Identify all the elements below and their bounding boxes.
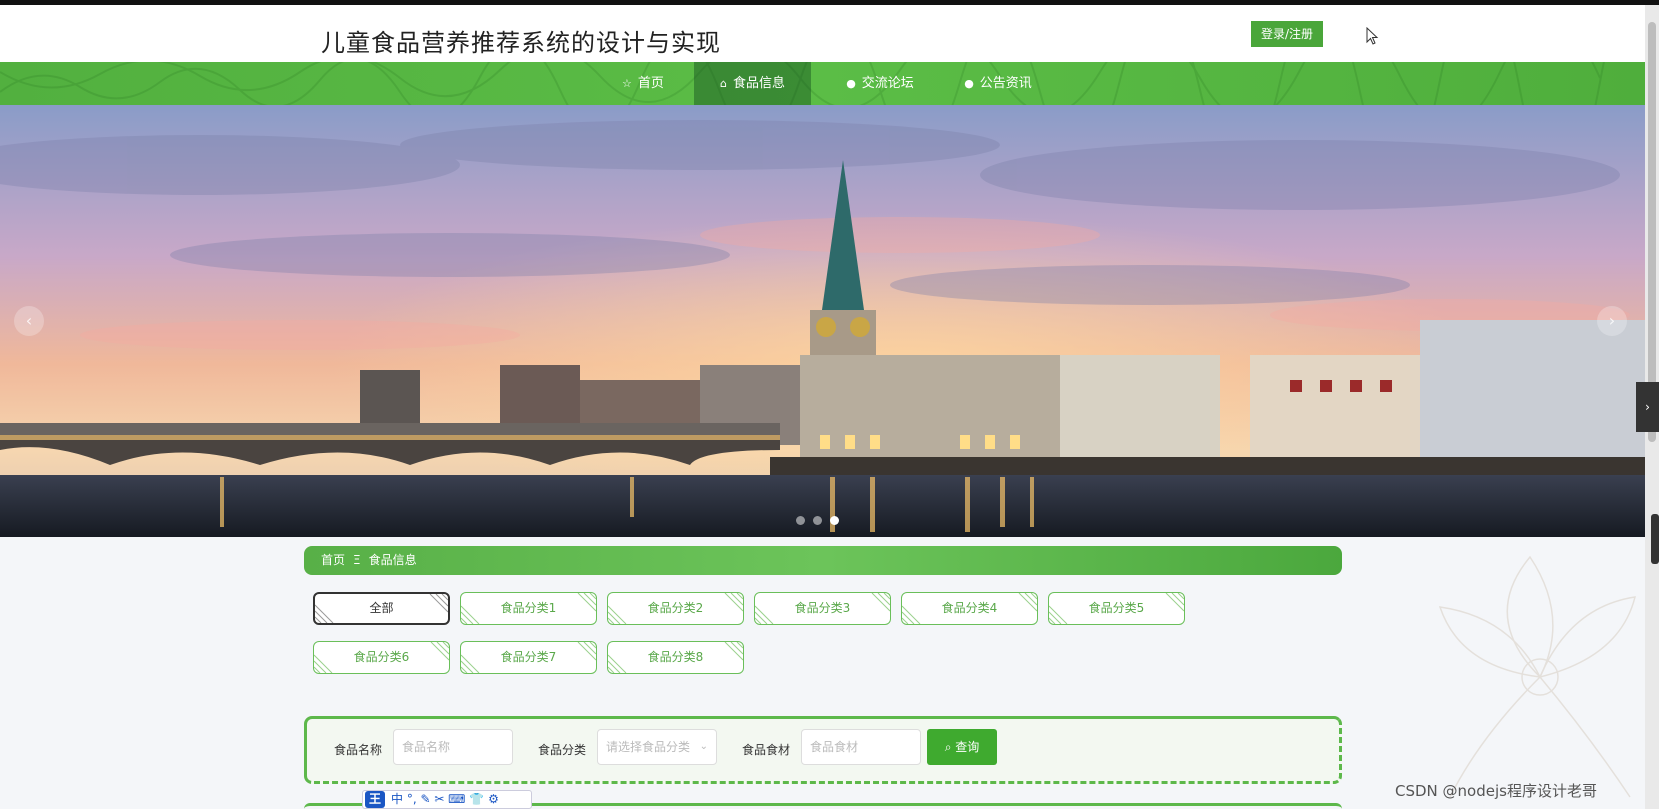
food-category-select[interactable]: 请选择食品分类 ⌄ [597,729,717,765]
navbar-pattern [0,62,1605,105]
food-category-label: 食品分类 [538,743,587,757]
info-icon: ● [846,77,856,90]
food-ingredient-input[interactable]: 食品食材 [801,729,921,765]
csdn-watermark: CSDN @nodejs程序设计老哥 [1395,782,1597,800]
breadcrumb-current: 食品信息 [368,553,417,567]
carousel-image [0,105,1645,537]
corner-pattern-icon [577,642,596,661]
carousel-indicators [796,510,847,529]
search-panel: 食品名称 食品名称 食品分类 请选择食品分类 ⌄ 食品食材 食品食材 ⌕ 查询 [304,716,1342,784]
nav-item-home[interactable]: ☆ 首页 [612,62,674,105]
corner-pattern-icon [1165,593,1184,612]
nav-item-food-info[interactable]: ⌂ 食品信息 [694,62,811,105]
breadcrumb: 首页 Ξ 食品信息 [304,546,1342,575]
corner-pattern-icon [608,605,627,624]
chevron-down-icon: ⌄ [699,741,708,752]
page-scrollbar-thumb[interactable] [1648,22,1656,442]
corner-pattern-icon [902,605,921,624]
carousel-prev-button[interactable]: ‹ [14,306,44,336]
corner-pattern-icon [1018,593,1037,612]
site-header: 儿童食品营养推荐系统的设计与实现 登录/注册 [0,5,1645,62]
ime-toolbar[interactable]: 王中 °, ✎ ✂ ⌨ 👕 ⚙ [362,790,532,809]
corner-pattern-icon [430,642,449,661]
bag-icon: ⌂ [720,77,727,90]
nav-item-forum[interactable]: ● 交流论坛 [830,62,930,105]
category-2-button[interactable]: 食品分类2 [607,592,744,625]
carousel-dot-2[interactable] [813,516,822,525]
food-ingredient-label: 食品食材 [742,743,791,757]
corner-pattern-icon [755,605,774,624]
main-navbar: ☆ 首页 ⌂ 食品信息 ● 交流论坛 ● 公告资讯 [0,62,1645,105]
corner-pattern-icon [724,642,743,661]
category-3-button[interactable]: 食品分类3 [754,592,891,625]
question-icon: ● [964,77,974,90]
nav-item-announcements[interactable]: ● 公告资讯 [948,62,1048,105]
food-name-label: 食品名称 [334,743,383,757]
ime-tools[interactable]: 中 °, ✎ ✂ ⌨ 👕 ⚙ [391,792,499,806]
breadcrumb-separator: Ξ [353,553,361,567]
category-all-button[interactable]: 全部 [313,592,450,625]
search-icon: ⌕ [944,740,952,754]
corner-pattern-icon [429,594,448,613]
category-6-button[interactable]: 食品分类6 [313,641,450,674]
corner-pattern-icon [577,593,596,612]
query-button[interactable]: ⌕ 查询 [927,729,997,765]
ime-logo-icon: 王 [365,791,385,808]
side-expand-tab[interactable]: › [1636,382,1659,432]
decorative-flower-icon [1438,555,1637,798]
category-7-button[interactable]: 食品分类7 [460,641,597,674]
category-5-button[interactable]: 食品分类5 [1048,592,1185,625]
category-1-button[interactable]: 食品分类1 [460,592,597,625]
corner-pattern-icon [314,654,333,673]
carousel-dot-1[interactable] [796,516,805,525]
corner-pattern-icon [461,605,480,624]
star-icon: ☆ [622,77,632,90]
carousel-dot-3[interactable] [830,516,839,525]
corner-pattern-icon [724,593,743,612]
corner-pattern-icon [315,604,334,623]
breadcrumb-home[interactable]: 首页 [321,553,345,567]
category-8-button[interactable]: 食品分类8 [607,641,744,674]
corner-pattern-icon [461,654,480,673]
hero-carousel [0,105,1645,537]
food-name-input[interactable]: 食品名称 [393,729,513,765]
category-4-button[interactable]: 食品分类4 [901,592,1038,625]
corner-pattern-icon [871,593,890,612]
side-toolbar-handle[interactable] [1651,514,1659,564]
carousel-next-button[interactable]: › [1597,306,1627,336]
login-register-button[interactable]: 登录/注册 [1251,21,1323,47]
corner-pattern-icon [608,654,627,673]
corner-pattern-icon [1049,605,1068,624]
mouse-cursor-icon [1366,27,1379,45]
site-title: 儿童食品营养推荐系统的设计与实现 [321,29,721,57]
